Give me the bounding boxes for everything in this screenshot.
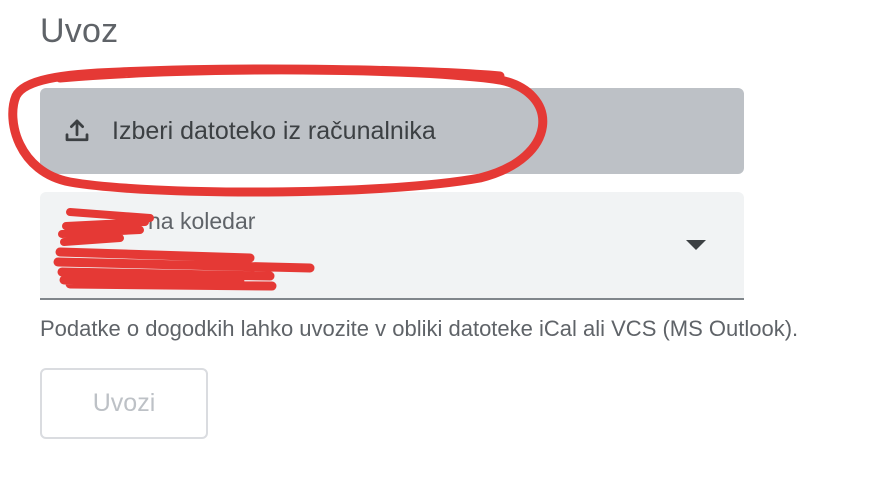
dropdown-arrow-icon[interactable] bbox=[686, 240, 706, 250]
calendar-select-label: na koledar bbox=[148, 208, 256, 234]
page-title: Uvoz bbox=[40, 12, 119, 50]
upload-icon bbox=[62, 116, 92, 146]
calendar-select-value bbox=[60, 250, 320, 280]
choose-file-label: Izberi datoteko iz računalnika bbox=[112, 116, 436, 145]
helper-text: Podatke o dogodkih lahko uvozite v oblik… bbox=[40, 316, 799, 341]
import-button[interactable]: Uvozi bbox=[40, 368, 208, 439]
choose-file-button[interactable]: Izberi datoteko iz računalnika bbox=[40, 88, 744, 174]
calendar-select[interactable]: na koledar bbox=[40, 192, 744, 300]
